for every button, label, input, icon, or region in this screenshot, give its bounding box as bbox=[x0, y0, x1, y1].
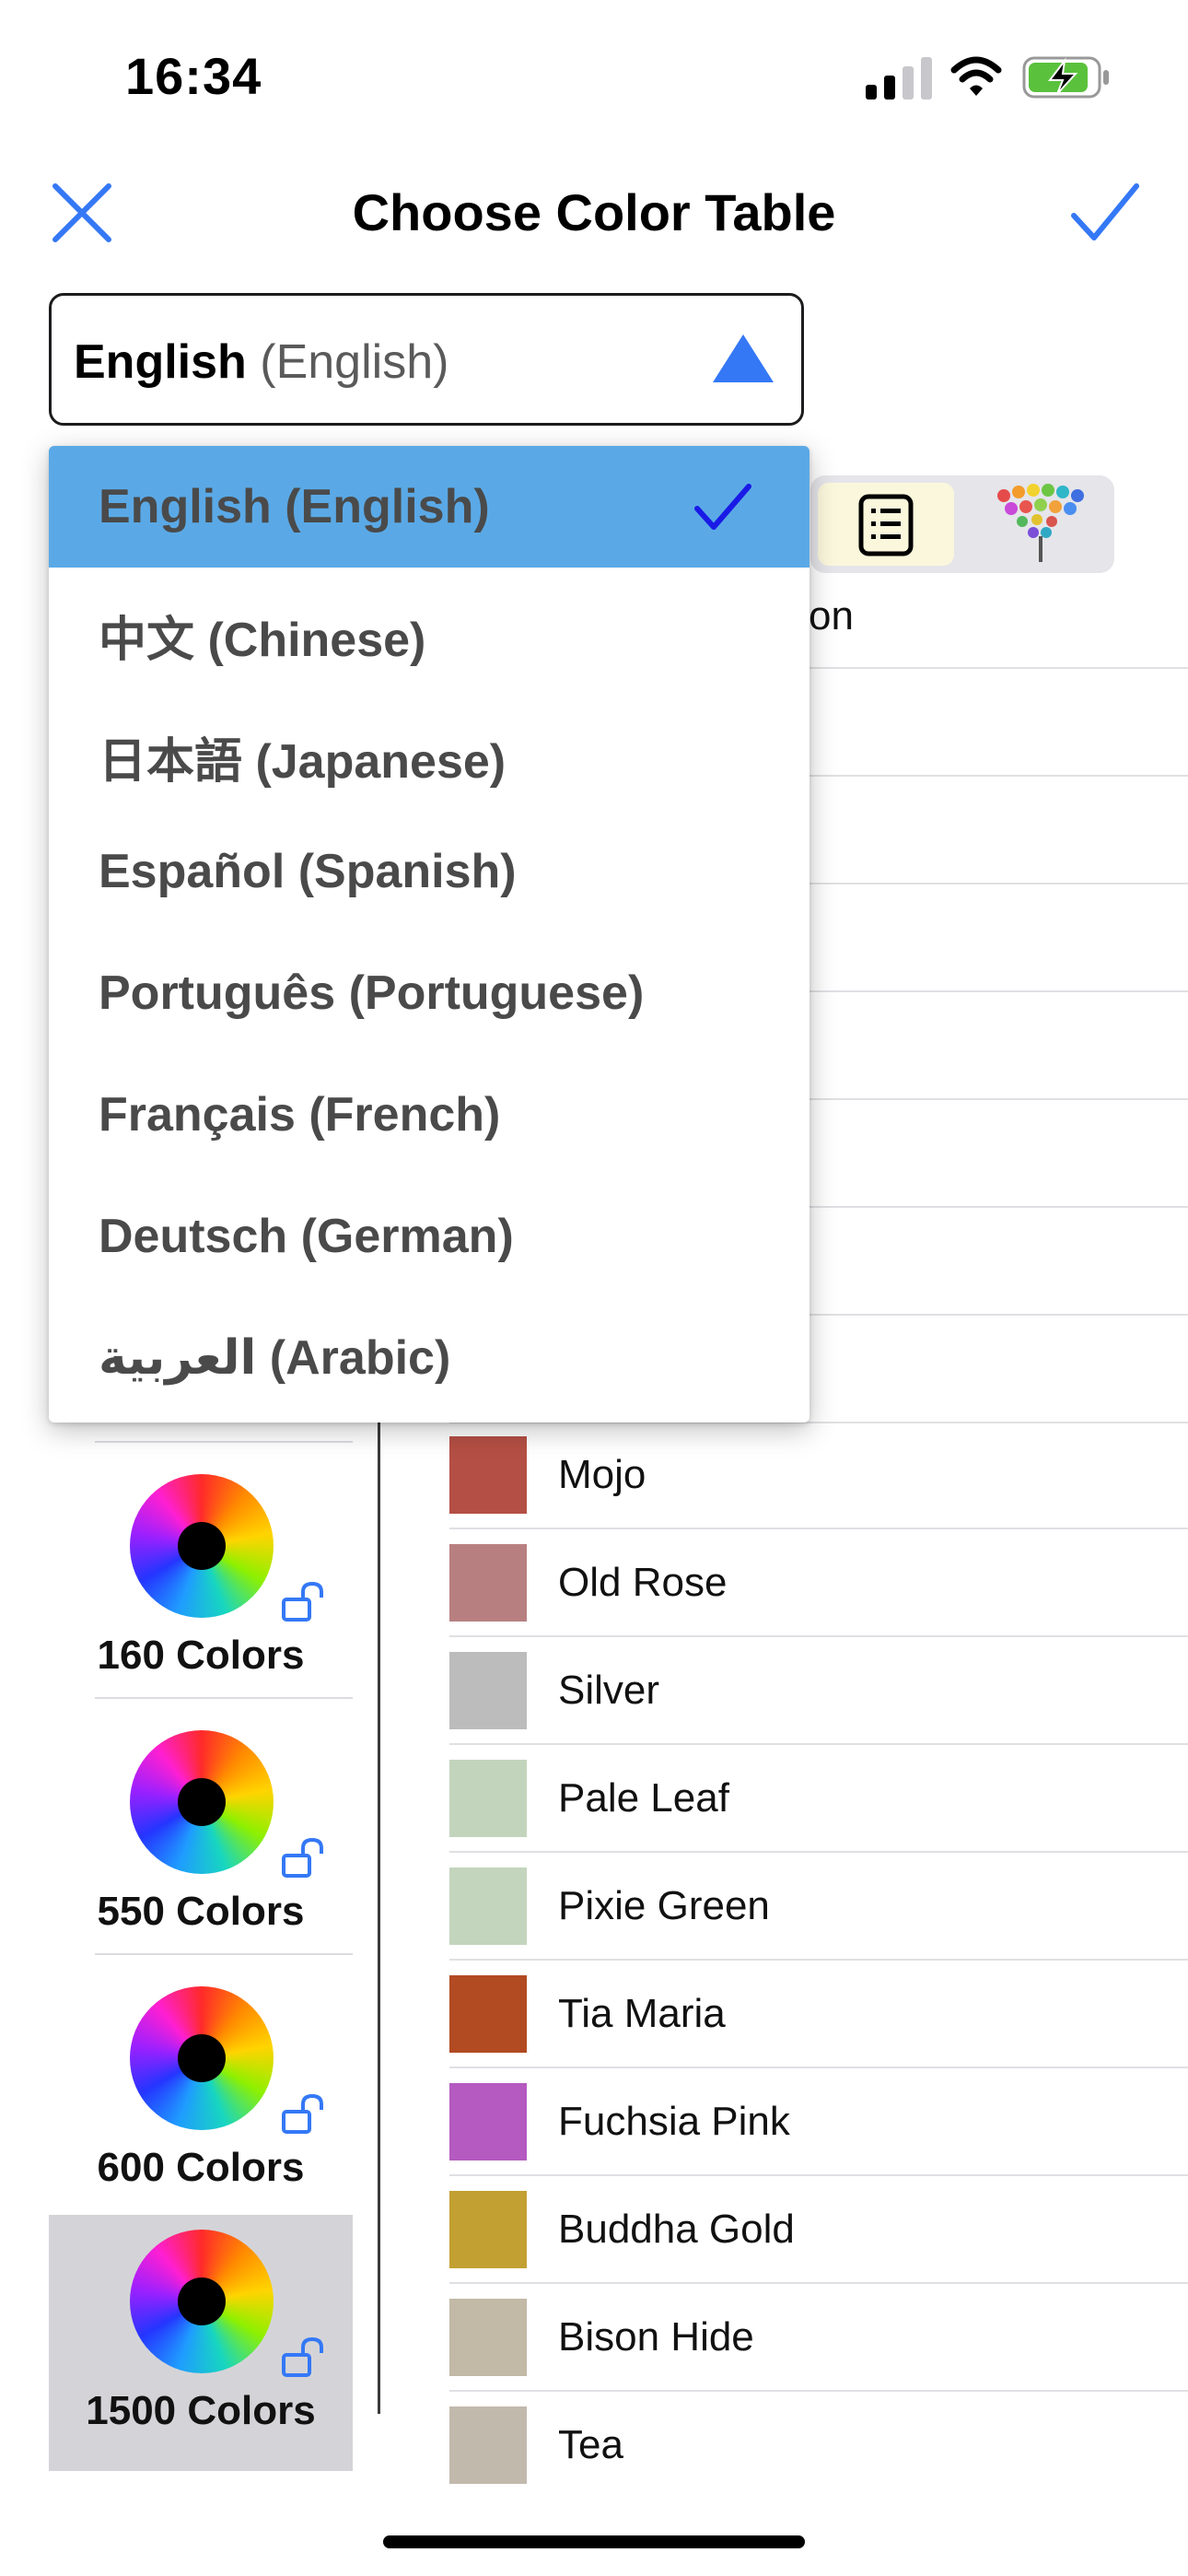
color-name: Old Rose bbox=[558, 1560, 728, 1605]
language-picker[interactable]: English (English) bbox=[49, 293, 804, 426]
color-swatch bbox=[449, 1544, 527, 1622]
home-indicator[interactable] bbox=[383, 2535, 805, 2548]
list-icon bbox=[858, 494, 914, 556]
language-option-french[interactable]: Français (French) bbox=[49, 1054, 809, 1176]
picker-native-label: English bbox=[74, 335, 247, 389]
color-swatch bbox=[449, 1975, 527, 2053]
status-time: 16:34 bbox=[125, 47, 262, 105]
option-label: Deutsch (German) bbox=[99, 1210, 514, 1263]
table-item-label: 600 Colors bbox=[97, 2145, 305, 2190]
table-item-600[interactable]: 600 Colors bbox=[49, 1972, 353, 2228]
unlock-icon bbox=[282, 1837, 323, 1878]
language-option-arabic[interactable]: العربية (Arabic) bbox=[49, 1297, 809, 1419]
color-name: Silver bbox=[558, 1668, 660, 1713]
option-label: 中文 (Chinese) bbox=[99, 614, 426, 667]
cellular-signal-icon bbox=[866, 57, 932, 100]
color-name: Tea bbox=[558, 2422, 623, 2467]
list-view-button[interactable] bbox=[818, 483, 954, 566]
language-option-english[interactable]: English (English) bbox=[49, 446, 809, 568]
color-row[interactable]: Fuchsia Pink bbox=[449, 2068, 1188, 2176]
list-divider bbox=[95, 1697, 353, 1699]
color-swatch bbox=[449, 2299, 527, 2376]
battery-charging-icon bbox=[1022, 56, 1109, 99]
color-name: Fuchsia Pink bbox=[558, 2099, 790, 2144]
color-name: Tia Maria bbox=[558, 1991, 726, 2036]
option-label: English (English) bbox=[99, 480, 490, 533]
language-option-german[interactable]: Deutsch (German) bbox=[49, 1176, 809, 1297]
language-option-chinese[interactable]: 中文 (Chinese) bbox=[49, 568, 809, 689]
color-name: Buddha Gold bbox=[558, 2207, 795, 2252]
table-item-550[interactable]: 550 Colors bbox=[49, 1715, 353, 1972]
option-label: Português (Portuguese) bbox=[99, 966, 645, 1020]
color-row[interactable]: Tia Maria bbox=[449, 1961, 1188, 2068]
view-mode-toggle[interactable] bbox=[810, 475, 1114, 573]
color-row[interactable]: Old Rose bbox=[449, 1529, 1188, 1637]
color-wheel-icon bbox=[130, 2230, 274, 2373]
color-row[interactable]: Pixie Green bbox=[449, 1853, 1188, 1961]
color-row[interactable]: Mojo bbox=[449, 1422, 1188, 1529]
color-swatch bbox=[449, 2083, 527, 2160]
color-row[interactable]: Bison Hide bbox=[449, 2284, 1188, 2392]
color-wheel-icon bbox=[130, 1730, 274, 1874]
color-name: Mojo bbox=[558, 1452, 646, 1497]
color-swatch bbox=[449, 1760, 527, 1837]
column-divider bbox=[378, 1382, 380, 2414]
color-swatch bbox=[449, 1868, 527, 1945]
unlock-icon bbox=[282, 2336, 323, 2377]
option-label: Français (French) bbox=[99, 1088, 501, 1142]
confirm-check-icon[interactable] bbox=[1068, 181, 1142, 245]
color-swatch bbox=[449, 1436, 527, 1514]
table-item-160[interactable]: 160 Colors bbox=[49, 1459, 353, 1715]
color-row[interactable]: Silver bbox=[449, 1637, 1188, 1745]
picker-value: English (English) bbox=[74, 334, 448, 390]
color-tree-icon[interactable] bbox=[985, 483, 1096, 566]
color-name: Pixie Green bbox=[558, 1883, 770, 1928]
option-label: Español (Spanish) bbox=[99, 845, 517, 898]
triangle-up-icon bbox=[713, 334, 774, 382]
table-item-1500[interactable]: 1500 Colors bbox=[49, 2215, 353, 2471]
unlock-icon bbox=[282, 2093, 323, 2134]
color-row[interactable]: Tea bbox=[449, 2392, 1188, 2500]
list-divider bbox=[95, 1953, 353, 1955]
list-divider bbox=[95, 1441, 353, 1443]
page-title: Choose Color Table bbox=[352, 183, 836, 241]
wifi-icon bbox=[950, 56, 1002, 96]
language-option-portuguese[interactable]: Português (Portuguese) bbox=[49, 932, 809, 1054]
sort-option-partial-label: on bbox=[809, 593, 854, 638]
unlock-icon bbox=[282, 1581, 323, 1622]
table-item-label: 160 Colors bbox=[97, 1633, 305, 1678]
color-name: Pale Leaf bbox=[558, 1775, 729, 1821]
table-item-label: 550 Colors bbox=[97, 1889, 305, 1934]
color-row[interactable]: Pale Leaf bbox=[449, 1745, 1188, 1853]
picker-english-label: (English) bbox=[260, 335, 449, 389]
color-swatch bbox=[449, 2406, 527, 2484]
color-swatch bbox=[449, 1652, 527, 1729]
color-wheel-icon bbox=[130, 1986, 274, 2130]
color-name: Bison Hide bbox=[558, 2314, 754, 2359]
option-label: 日本語 (Japanese) bbox=[99, 735, 507, 789]
option-label: العربية (Arabic) bbox=[99, 1331, 451, 1385]
color-wheel-icon bbox=[130, 1474, 274, 1618]
language-option-japanese[interactable]: 日本語 (Japanese) bbox=[49, 689, 809, 811]
color-swatch bbox=[449, 2191, 527, 2268]
color-row[interactable]: Buddha Gold bbox=[449, 2176, 1188, 2284]
table-item-label: 1500 Colors bbox=[86, 2388, 316, 2433]
checkmark-icon bbox=[694, 484, 751, 530]
language-dropdown: English (English) 中文 (Chinese) 日本語 (Japa… bbox=[49, 446, 809, 1423]
language-option-spanish[interactable]: Español (Spanish) bbox=[49, 811, 809, 932]
